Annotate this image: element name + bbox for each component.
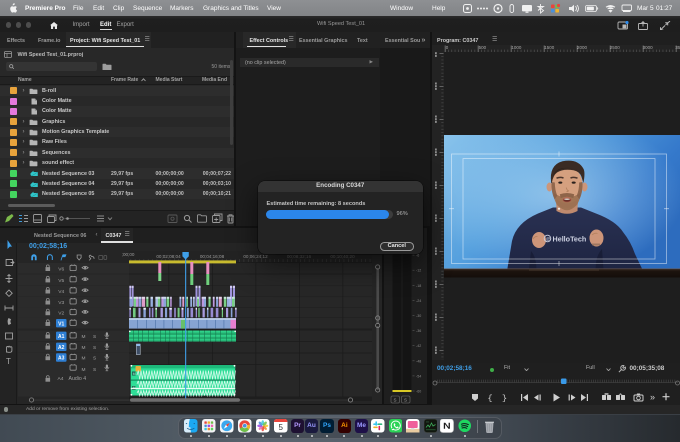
svg-text:V1: V1 xyxy=(58,321,64,327)
svg-text:S: S xyxy=(404,398,407,403)
svg-text:-18: -18 xyxy=(416,284,421,288)
svg-text:-6: -6 xyxy=(416,254,419,258)
svg-text:-36: -36 xyxy=(416,329,421,333)
svg-text:S: S xyxy=(394,398,397,403)
svg-text:-48: -48 xyxy=(416,359,421,363)
svg-text:Audio 4: Audio 4 xyxy=(69,376,87,382)
svg-text:-42: -42 xyxy=(416,344,421,348)
svg-text:S: S xyxy=(93,345,96,351)
svg-text:M: M xyxy=(82,367,86,373)
svg-text:S: S xyxy=(93,334,96,340)
svg-text:M: M xyxy=(133,372,136,376)
svg-text:A1: A1 xyxy=(58,334,65,340)
svg-text:00;04;16;08: 00;04;16;08 xyxy=(200,254,225,259)
svg-text:-30: -30 xyxy=(416,314,421,318)
svg-text:V4: V4 xyxy=(58,289,64,295)
svg-text:»: » xyxy=(650,392,655,402)
svg-text:V2: V2 xyxy=(58,311,64,317)
svg-text:-24: -24 xyxy=(416,299,421,303)
svg-text:A4: A4 xyxy=(58,376,64,382)
svg-text:S: S xyxy=(93,367,96,373)
svg-text:M: M xyxy=(82,334,86,340)
svg-text:5: 5 xyxy=(279,423,284,432)
svg-text:-60: -60 xyxy=(416,390,421,394)
svg-text:M: M xyxy=(82,345,86,351)
svg-text:}: } xyxy=(502,393,507,403)
svg-text:-54: -54 xyxy=(416,374,421,378)
svg-text:A3: A3 xyxy=(58,356,65,362)
svg-text:@: @ xyxy=(546,237,551,243)
svg-text:S: S xyxy=(93,356,96,362)
svg-text:V5: V5 xyxy=(58,278,64,284)
svg-text:00;10;40;20: 00;10;40;20 xyxy=(330,254,355,259)
svg-text:V6: V6 xyxy=(58,267,64,273)
svg-text:-12: -12 xyxy=(416,269,421,273)
svg-text:00;02;08;04: 00;02;08;04 xyxy=(156,254,181,259)
svg-text:00;08;32;16: 00;08;32;16 xyxy=(287,254,312,259)
svg-text:M: M xyxy=(82,356,86,362)
svg-text:A2: A2 xyxy=(58,345,65,351)
svg-text:HelloTech: HelloTech xyxy=(553,235,587,244)
svg-text:T: T xyxy=(6,357,11,366)
svg-text:{: { xyxy=(488,393,493,403)
svg-text:V3: V3 xyxy=(58,300,64,306)
svg-text:00;06;24;12: 00;06;24;12 xyxy=(243,254,268,259)
